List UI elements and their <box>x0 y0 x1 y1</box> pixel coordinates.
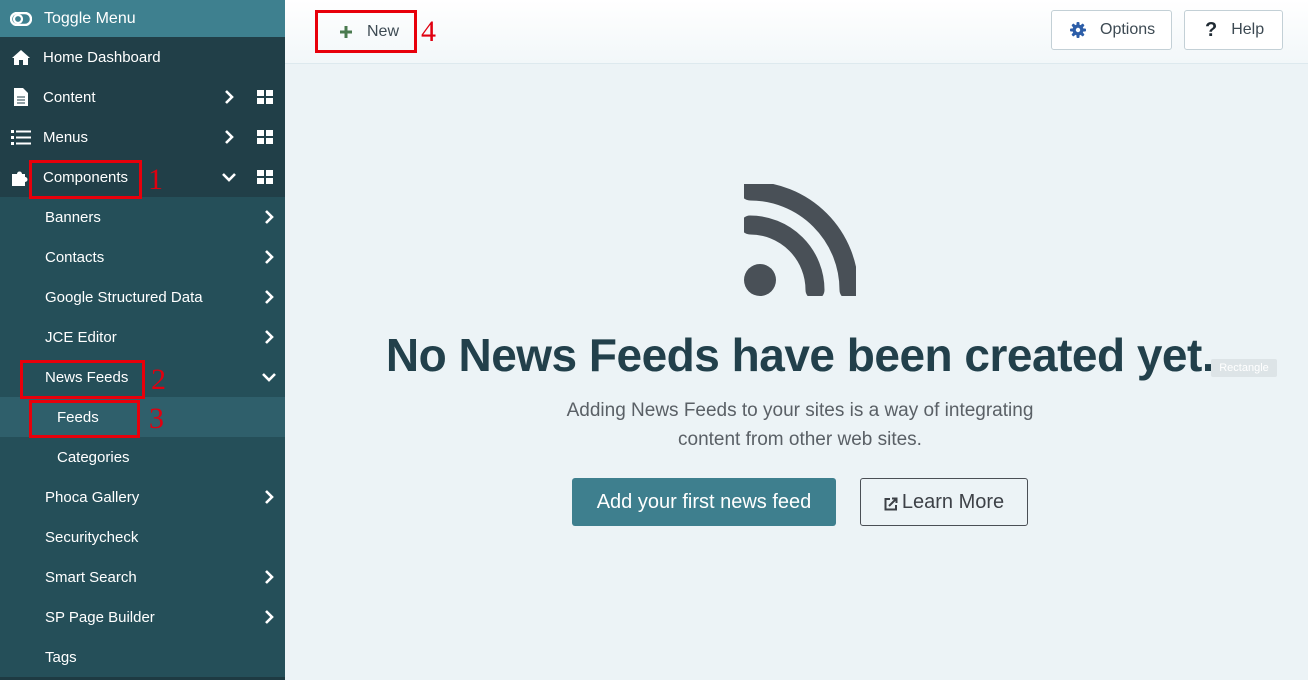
chevron-right-icon[interactable] <box>262 249 276 265</box>
sidebar-item-jce-editor[interactable]: JCE Editor <box>0 317 285 357</box>
chevron-right-icon[interactable] <box>262 289 276 305</box>
chevron-right-icon[interactable] <box>262 489 276 505</box>
chevron-right-icon[interactable] <box>262 569 276 585</box>
file-icon <box>10 88 32 106</box>
help-button[interactable]: ? Help <box>1184 10 1283 50</box>
gear-icon <box>1070 22 1086 38</box>
empty-state-description: Adding News Feeds to your sites is a way… <box>566 400 1034 450</box>
annotation-box-3 <box>29 400 140 438</box>
chevron-down-icon[interactable] <box>222 169 236 185</box>
options-button[interactable]: Options <box>1051 10 1172 50</box>
add-first-news-feed-button[interactable]: Add your first news feed <box>572 478 836 526</box>
annotation-number-1: 1 <box>148 163 163 196</box>
toolbar: New Options ? Help <box>285 0 1308 64</box>
sidebar-item-contacts[interactable]: Contacts <box>0 237 285 277</box>
sidebar-item-securitycheck[interactable]: Securitycheck <box>0 517 285 557</box>
sidebar: Toggle Menu Home Dashboard Content Menus… <box>0 0 285 680</box>
sidebar-item-tags[interactable]: Tags <box>0 637 285 677</box>
external-link-icon <box>884 497 898 510</box>
dashboard-grid-icon[interactable] <box>257 90 273 104</box>
sidebar-item-smart-search[interactable]: Smart Search <box>0 557 285 597</box>
annotation-box-4 <box>315 10 417 53</box>
home-icon <box>10 49 32 66</box>
rss-icon <box>744 184 856 296</box>
sidebar-item-banners[interactable]: Banners <box>0 197 285 237</box>
toggle-menu-label: Toggle Menu <box>44 9 136 27</box>
dashboard-grid-icon[interactable] <box>257 130 273 144</box>
dashboard-grid-icon[interactable] <box>257 170 273 184</box>
list-icon <box>10 129 32 145</box>
chevron-right-icon[interactable] <box>262 329 276 345</box>
annotation-number-2: 2 <box>151 363 166 396</box>
sidebar-item-sp-page-builder[interactable]: SP Page Builder <box>0 597 285 637</box>
sidebar-item-content[interactable]: Content <box>0 77 285 117</box>
empty-state-title: No News Feeds have been created yet. <box>385 329 1215 381</box>
learn-more-button[interactable]: Learn More <box>860 478 1028 526</box>
sidebar-item-google-structured-data[interactable]: Google Structured Data <box>0 277 285 317</box>
toggle-menu-button[interactable]: Toggle Menu <box>0 0 285 37</box>
rectangle-tooltip: Rectangle <box>1211 359 1277 377</box>
sidebar-item-phoca-gallery[interactable]: Phoca Gallery <box>0 477 285 517</box>
chevron-right-icon[interactable] <box>222 89 236 105</box>
annotation-number-3: 3 <box>149 402 164 435</box>
question-icon: ? <box>1205 18 1218 41</box>
chevron-right-icon[interactable] <box>262 609 276 625</box>
sidebar-item-categories[interactable]: Categories <box>0 437 285 477</box>
sidebar-item-menus[interactable]: Menus <box>0 117 285 157</box>
annotation-box-2 <box>20 360 145 399</box>
toggle-icon <box>10 11 32 26</box>
annotation-box-1 <box>29 160 142 199</box>
annotation-number-4: 4 <box>421 15 436 48</box>
chevron-down-icon[interactable] <box>262 369 276 385</box>
sidebar-item-home-dashboard[interactable]: Home Dashboard <box>0 37 285 77</box>
chevron-right-icon[interactable] <box>262 209 276 225</box>
chevron-right-icon[interactable] <box>222 129 236 145</box>
